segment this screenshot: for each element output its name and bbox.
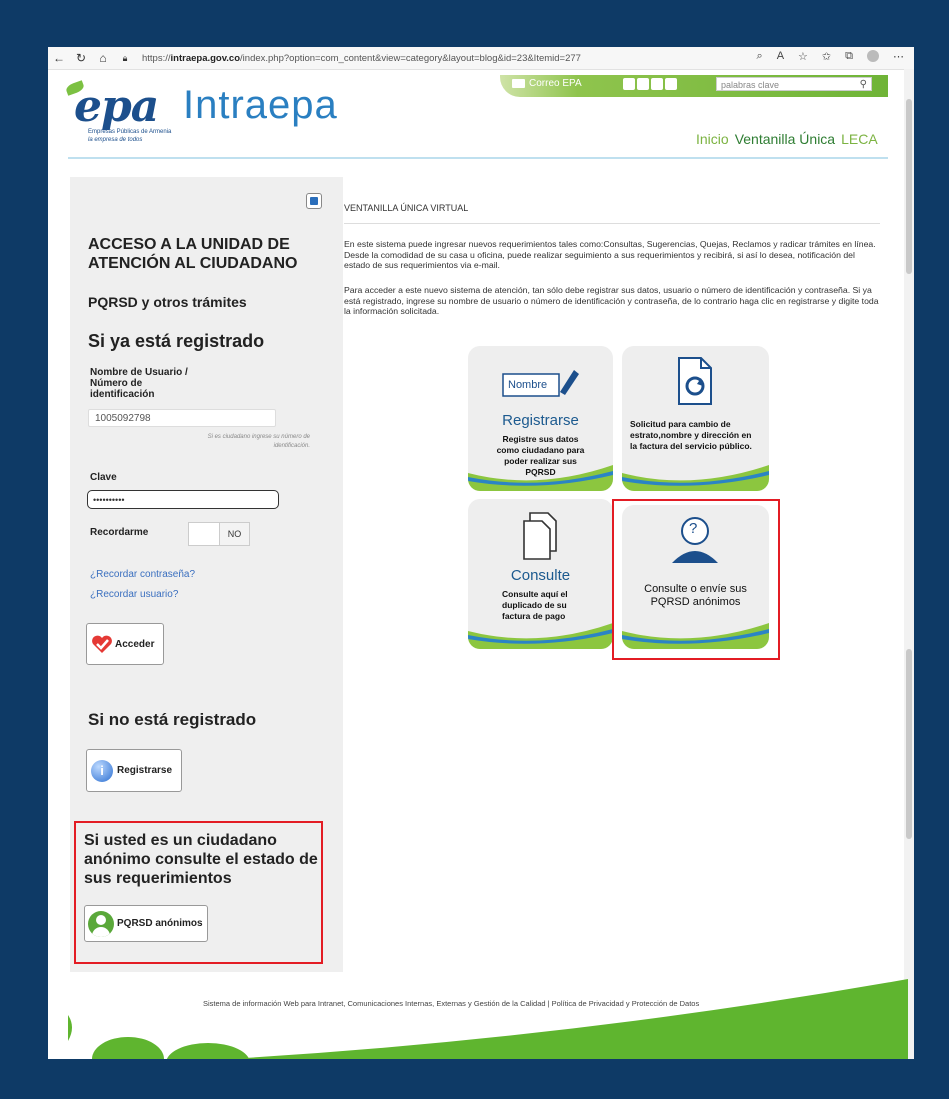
anonymous-user-icon [88,910,114,937]
url-host: intraepa.gov.co [170,52,241,64]
pqrsd-subheading: PQRSD y otros trámites [88,294,247,310]
copy-documents-icon [523,512,557,560]
social-links [623,78,677,90]
card-registrarse-title: Registrarse [502,412,579,429]
collections-icon[interactable]: ⧉ [845,50,853,63]
card-wave [622,465,769,491]
twitter-icon[interactable] [637,78,649,90]
toggle-value: NO [219,523,249,545]
card-cambio-estrato[interactable]: Solicitud para cambio de estrato,nombre … [622,346,769,491]
info-icon: i [91,759,113,782]
register-button-label: Registrarse [117,765,173,776]
header-divider [68,157,888,159]
nav-ventanilla-unica[interactable]: Ventanilla Única [735,131,835,147]
username-hint: Si es ciudadano ingrese su número de ide… [207,434,310,449]
browser-tools: ⌕ A ☆ ✩ ⧉ ⋯ [757,50,904,63]
registered-heading: Si ya está registrado [88,331,265,351]
logo-subtitle: Empresas Públicas de Armenia [88,129,172,135]
forgot-username-link[interactable]: ¿Recordar usuario? [90,589,178,600]
url-path: /index.php?option=com_content&view=categ… [240,52,581,64]
register-button[interactable]: i Registrarse [86,749,182,792]
read-aloud-icon[interactable]: A [777,50,784,63]
anonymous-card-highlight-box [612,499,780,660]
anonymous-button-label: PQRSD anónimos [117,918,203,929]
nav-leca[interactable]: LECA [841,131,878,147]
anonymous-heading: Si usted es un ciudadano anónimo consult… [84,832,318,887]
card-cambio-estrato-desc: Solicitud para cambio de estrato,nombre … [630,419,752,451]
browser-window: ← ↻ ⌂ 🔒︎ https://intraepa.gov.co/index.p… [48,47,914,1059]
username-label: Nombre de Usuario / Número de identifica… [90,367,188,400]
footer-green-waves [68,979,908,1059]
page-title: VENTANILLA ÚNICA VIRTUAL [344,203,469,213]
address-bar[interactable]: https://intraepa.gov.co/index.php?option… [142,53,581,64]
search-input[interactable]: palabras clave ⚲ [716,77,872,91]
card-consulte-title: Consulte [510,567,571,584]
heart-check-icon [92,635,112,653]
facebook-icon[interactable] [623,78,635,90]
remember-toggle[interactable]: NO [188,522,250,546]
correo-label: Correo EPA [529,78,582,89]
correo-link[interactable]: Correo EPA [512,78,582,89]
access-heading: ACCESO A LA UNIDAD DE ATENCIÓN AL CIUDAD… [88,236,298,272]
url-prefix: https:// [142,52,171,64]
card-consulte-desc: Consulte aquí el duplicado de su factura… [502,589,568,621]
login-button[interactable]: Acceder [86,623,164,665]
anonymous-pqrsd-button[interactable]: PQRSD anónimos [84,905,208,942]
intraepa-brand[interactable]: Intraepa [183,83,338,128]
search-placeholder: palabras clave [721,80,780,90]
home-icon[interactable]: ⌂ [92,51,114,65]
intro-paragraph: En este sistema puede ingresar nuevos re… [344,239,876,270]
youtube-icon[interactable] [665,78,677,90]
favorites-icon[interactable]: ✩ [822,50,831,63]
logo-tagline: la empresa de todos [88,137,143,143]
not-registered-heading: Si no está registrado [88,710,257,729]
edit-module-icon[interactable] [306,193,322,209]
main-nav: Inicio Ventanilla Única LECA [696,131,878,147]
scrollbar-thumb-secondary[interactable] [906,649,912,839]
remember-label: Recordarme [90,527,149,538]
nav-inicio[interactable]: Inicio [696,131,729,147]
toggle-knob [189,523,219,545]
password-field[interactable]: •••••••••• [87,490,279,509]
card-wave [468,465,613,491]
reload-icon[interactable]: ↻ [70,51,92,65]
instagram-icon[interactable] [651,78,663,90]
search-icon[interactable]: ⚲ [860,78,867,92]
profile-avatar[interactable] [867,50,879,62]
forgot-password-link[interactable]: ¿Recordar contraseña? [90,569,195,580]
lock-icon[interactable]: 🔒︎ [114,53,136,64]
card-consulte-factura[interactable]: Consulte Consulte aquí el duplicado de s… [468,499,613,649]
epa-logo[interactable]: epa [74,81,159,132]
login-button-label: Acceder [115,638,155,650]
favorite-star-icon[interactable]: ☆ [798,50,808,63]
name-card-icon-label: Nombre [508,379,548,391]
access-paragraph: Para acceder a este nuevo sistema de ate… [344,285,879,316]
title-divider [344,223,880,224]
card-registrarse[interactable]: Nombre Registrarse Registre sus datos co… [468,346,613,491]
scrollbar-thumb[interactable] [906,99,912,274]
page-scrollbar[interactable] [904,69,914,1059]
username-field[interactable]: 1005092798 [88,409,276,427]
password-label: Clave [90,472,117,483]
back-icon[interactable]: ← [48,51,70,65]
more-icon[interactable]: ⋯ [893,50,904,63]
document-refresh-icon [678,357,712,405]
browser-toolbar: ← ↻ ⌂ 🔒︎ https://intraepa.gov.co/index.p… [48,47,914,70]
login-sidebar: ACCESO A LA UNIDAD DE ATENCIÓN AL CIUDAD… [70,177,343,972]
find-icon[interactable]: ⌕ [757,50,763,63]
mail-icon [512,79,525,88]
card-wave [468,623,613,649]
